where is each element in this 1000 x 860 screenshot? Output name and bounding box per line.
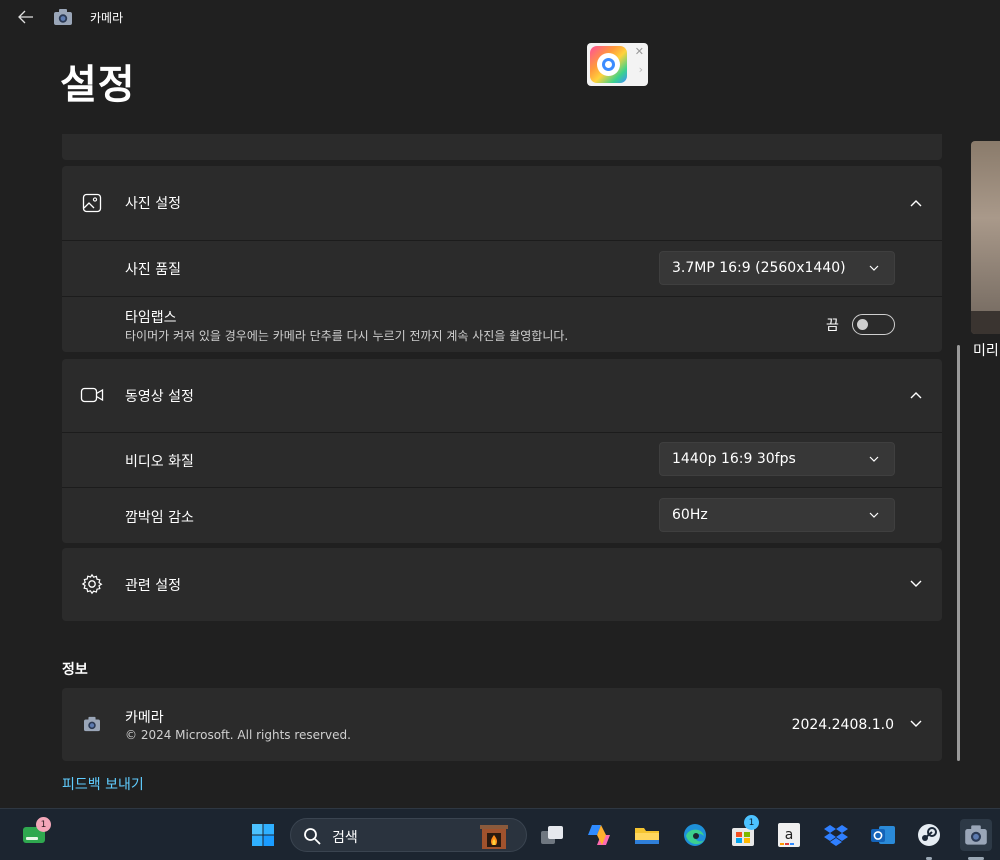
fireplace-icon — [480, 825, 508, 849]
chevron-down-icon — [869, 456, 879, 462]
assistant-logo-icon[interactable] — [590, 46, 627, 83]
about-app-name: 카메라 — [125, 710, 164, 726]
microsoft-store-icon[interactable]: 1 — [727, 815, 759, 851]
video-settings-card: 동영상 설정 비디오 화질 1440p 16:9 30fps 깜박임 감소 60… — [62, 359, 942, 543]
edge-browser-icon[interactable] — [679, 819, 711, 851]
flicker-reduction-label: 깜박임 감소 — [125, 510, 194, 526]
related-settings-title: 관련 설정 — [125, 578, 181, 594]
camera-preview-thumbnail[interactable] — [971, 141, 1000, 334]
video-settings-header[interactable]: 동영상 설정 — [62, 359, 942, 432]
timelapse-toggle[interactable] — [852, 314, 895, 335]
task-view-icon[interactable] — [536, 819, 568, 851]
timelapse-description: 타이머가 켜져 있을 경우에는 카메라 단추를 다시 누르기 전까지 계속 사진… — [125, 329, 569, 343]
photo-quality-dropdown[interactable]: 3.7MP 16:9 (2560x1440) — [659, 251, 895, 285]
timelapse-label: 타임랩스 — [125, 310, 177, 326]
camera-icon — [53, 8, 73, 26]
search-placeholder: 검색 — [332, 830, 358, 846]
assistant-popup[interactable]: ✕ › — [587, 43, 648, 86]
svg-text:a: a — [785, 827, 794, 843]
copilot-icon[interactable] — [583, 819, 615, 851]
start-icon[interactable] — [247, 819, 279, 851]
taskbar-search[interactable]: 검색 — [290, 818, 527, 852]
file-explorer-icon[interactable] — [631, 819, 663, 851]
chevron-down-icon — [869, 512, 879, 518]
search-icon — [304, 828, 321, 845]
photo-settings-card: 사진 설정 사진 품질 3.7MP 16:9 (2560x1440) 타임랩스 … — [62, 166, 942, 352]
gear-icon — [80, 572, 104, 596]
outlook-icon[interactable] — [867, 819, 899, 851]
about-copyright: © 2024 Microsoft. All rights reserved. — [125, 728, 351, 742]
flicker-reduction-value: 60Hz — [672, 507, 708, 523]
camera-icon — [80, 712, 104, 736]
video-quality-row: 비디오 화질 1440p 16:9 30fps — [62, 433, 942, 487]
timelapse-row: 타임랩스 타이머가 켜져 있을 경우에는 카메라 단추를 다시 누르기 전까지 … — [62, 297, 942, 352]
chevron-down-icon[interactable] — [908, 576, 924, 592]
video-camera-icon — [80, 383, 104, 407]
photo-quality-label: 사진 품질 — [125, 262, 181, 278]
photo-quality-value: 3.7MP 16:9 (2560x1440) — [672, 260, 846, 276]
app-version: 2024.2408.1.0 — [791, 717, 894, 733]
video-quality-label: 비디오 화질 — [125, 454, 194, 470]
chevron-down-icon[interactable] — [908, 716, 924, 732]
chevron-up-icon[interactable] — [908, 387, 924, 403]
flicker-reduction-dropdown[interactable]: 60Hz — [659, 498, 895, 532]
photo-settings-title: 사진 설정 — [125, 196, 181, 212]
settings-scroll-area[interactable]: 오디오 시스템 설정 열기 사진 설정 사진 품질 3.7MP 16:9 (25… — [0, 134, 958, 806]
store-badge: 1 — [744, 815, 759, 830]
about-heading: 정보 — [62, 662, 88, 678]
photo-settings-header[interactable]: 사진 설정 — [62, 166, 942, 240]
dropbox-icon[interactable] — [820, 819, 852, 851]
title-bar: 카메라 — [0, 0, 1000, 34]
back-arrow-icon[interactable] — [14, 6, 38, 28]
audio-settings-card: 오디오 시스템 설정 열기 — [62, 134, 942, 160]
preview-label: 미리 — [973, 343, 999, 359]
about-card[interactable]: 카메라 © 2024 Microsoft. All rights reserve… — [62, 688, 942, 761]
video-settings-title: 동영상 설정 — [125, 389, 194, 405]
chevron-up-icon[interactable] — [908, 195, 924, 211]
video-quality-value: 1440p 16:9 30fps — [672, 451, 796, 467]
timelapse-state: 끔 — [826, 318, 839, 334]
flicker-reduction-row: 깜박임 감소 60Hz — [62, 488, 942, 543]
photo-quality-row: 사진 품질 3.7MP 16:9 (2560x1440) — [62, 241, 942, 296]
send-feedback-link[interactable]: 피드백 보내기 — [62, 774, 144, 794]
related-settings-card[interactable]: 관련 설정 — [62, 548, 942, 621]
camera-taskbar-icon[interactable] — [960, 819, 992, 851]
widgets-icon[interactable]: 1 — [18, 817, 51, 851]
video-quality-dropdown[interactable]: 1440p 16:9 30fps — [659, 442, 895, 476]
vertical-scrollbar[interactable] — [957, 345, 960, 761]
image-icon — [80, 191, 104, 215]
chevron-right-icon[interactable]: › — [639, 63, 643, 76]
taskbar: 1 검색 1 a — [0, 808, 1000, 860]
audio-settings-link[interactable]: 오디오 시스템 설정 열기 — [125, 134, 267, 142]
steam-icon[interactable] — [913, 819, 945, 851]
chevron-down-icon — [869, 265, 879, 271]
page-title: 설정 — [60, 62, 136, 108]
amazon-icon[interactable]: a — [773, 819, 805, 851]
close-icon[interactable]: ✕ — [635, 45, 644, 58]
app-title: 카메라 — [90, 11, 124, 25]
notification-badge: 1 — [36, 817, 51, 832]
